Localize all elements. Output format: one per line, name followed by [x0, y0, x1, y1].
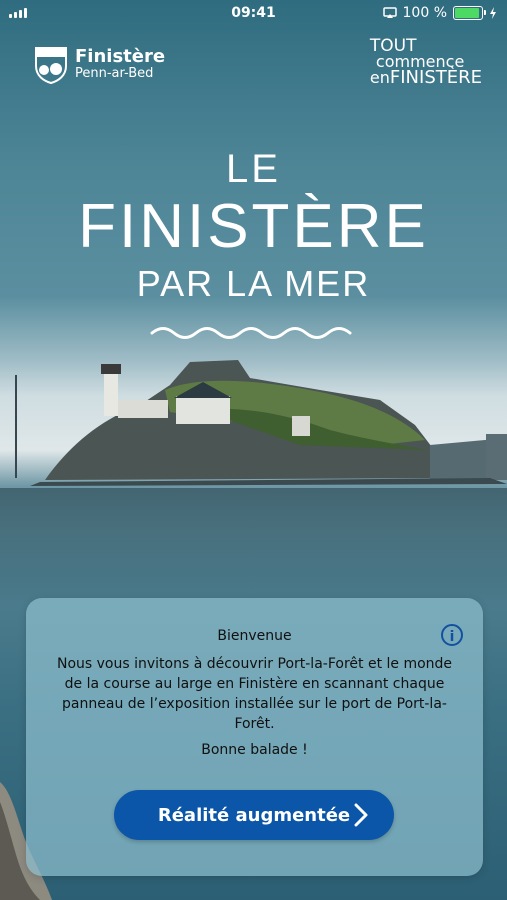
coat-of-arms-icon	[35, 47, 67, 84]
hero-line-1: LE	[226, 147, 281, 191]
charging-icon	[490, 7, 496, 19]
augmented-reality-button[interactable]: Réalité augmentée	[114, 790, 394, 840]
slogan-line-3a: en	[369, 68, 390, 87]
battery-icon	[453, 6, 486, 20]
logo-subtitle: Penn-ar-Bed	[75, 65, 154, 81]
slogan-line-3b: FINISTÈRE	[389, 67, 482, 88]
card-title: Bienvenue	[217, 628, 292, 644]
welcome-card: Bienvenue i Nous vous invitons à découvr…	[26, 598, 483, 876]
app-screen: 09:41 100 % Finistère Penn-ar-Bed TOUT c…	[0, 0, 507, 900]
hero-line-2: FINISTÈRE	[78, 192, 429, 261]
wave-divider	[150, 327, 352, 339]
status-bar: 09:41 100 %	[0, 0, 507, 28]
slogan-logo: TOUT commence enFINISTÈRE	[369, 38, 482, 88]
battery-percent: 100 %	[402, 5, 447, 21]
card-body: Nous vous invitons à découvrir Port-la-F…	[56, 656, 453, 732]
logo-name: Finistère	[75, 45, 166, 67]
island-lighthouse-image	[15, 360, 507, 486]
chevron-right-icon	[354, 803, 368, 827]
finistere-logo: Finistère Penn-ar-Bed	[33, 44, 165, 84]
hero-line-3: PAR LA MER	[136, 263, 371, 304]
info-icon[interactable]: i	[441, 624, 463, 646]
airplay-icon	[382, 7, 397, 18]
button-label: Réalité augmentée	[157, 804, 351, 826]
card-farewell: Bonne balade !	[201, 742, 308, 758]
hero-title: LE FINISTÈRE PAR LA MER	[0, 148, 507, 304]
water-reflection	[0, 488, 507, 608]
